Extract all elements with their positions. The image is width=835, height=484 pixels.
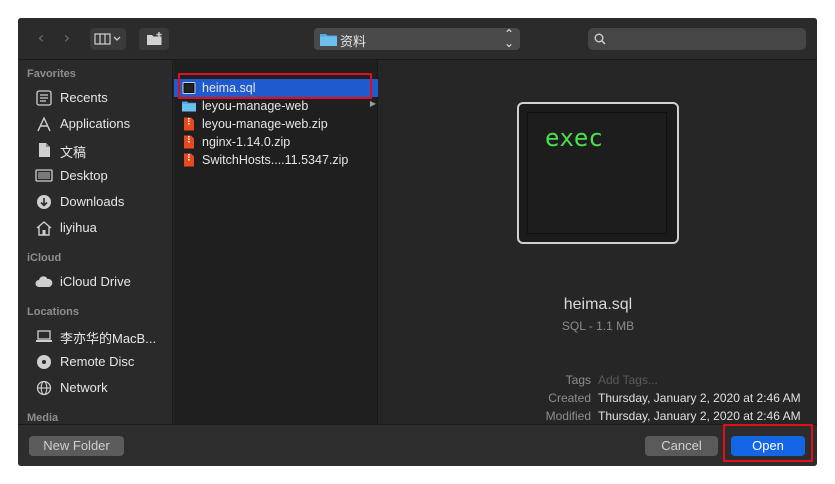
downloads-icon (37, 195, 51, 209)
sidebar-item-label: Applications (60, 116, 131, 131)
file-name: SwitchHosts....11.5347.zip (202, 153, 349, 167)
disclosure-arrow-icon: ▶ (369, 99, 376, 108)
media-section-title: Media (27, 412, 59, 424)
home-icon (36, 221, 52, 236)
file-row-leyou-manage-web-zip[interactable]: leyou-manage-web.zip (174, 115, 378, 133)
favorites-section-title: Favorites (27, 68, 76, 80)
preview-pane: exec heima.sql SQL - 1.1 MB Tags Add Tag… (379, 60, 817, 424)
thumbnail-text: exec (545, 124, 603, 152)
clock-icon (36, 90, 52, 106)
icloud-section-title: iCloud (27, 252, 62, 264)
sidebar-item-macbook[interactable]: 李亦华的MacB... (18, 324, 172, 348)
applications-icon (37, 116, 51, 132)
created-value: Thursday, January 2, 2020 at 2:46 AM (598, 391, 801, 405)
dialog-footer: New Folder Cancel Open (18, 424, 817, 466)
terminal-screen: exec (527, 112, 667, 234)
preview-file-type-size: SQL - 1.1 MB (561, 319, 635, 333)
zip-file-icon (184, 117, 194, 131)
highlight-selected-file (178, 73, 372, 99)
sidebar-item-label: Remote Disc (60, 354, 135, 369)
modified-value: Thursday, January 2, 2020 at 2:46 AM (598, 409, 801, 423)
file-name: leyou-manage-web (202, 99, 309, 113)
view-mode-button[interactable] (90, 28, 126, 50)
sidebar-item-remote-disc[interactable]: Remote Disc (18, 350, 172, 374)
cloud-icon (35, 276, 53, 287)
updown-chevron-icon: ⌃ ⌄ (503, 27, 514, 50)
folder-icon (182, 101, 196, 112)
toolbar: ‹ › 资料 ⌃ ⌄ (18, 18, 817, 60)
file-row-leyou-manage-web[interactable]: leyou-manage-web ▶ (174, 97, 378, 115)
sidebar-item-home[interactable]: liyihua (18, 216, 172, 240)
location-label: 资料 (340, 34, 367, 49)
sidebar-item-downloads[interactable]: Downloads (18, 190, 172, 214)
search-input[interactable] (610, 30, 800, 48)
modified-label: Modified (545, 409, 591, 423)
sidebar-item-label: 李亦华的MacB... (60, 331, 157, 346)
new-folder-toolbar-button[interactable] (139, 28, 169, 50)
tags-field[interactable]: Add Tags... (598, 373, 658, 387)
desktop-icon (35, 169, 53, 182)
new-folder-button[interactable]: New Folder (29, 436, 124, 456)
created-label: Created (548, 391, 591, 405)
sidebar-item-label: Recents (60, 90, 108, 105)
zip-file-icon (184, 153, 194, 167)
file-name: nginx-1.14.0.zip (202, 135, 291, 149)
chevron-right-icon[interactable]: › (56, 28, 78, 50)
documents-icon (39, 143, 50, 157)
column-view-icon (94, 33, 121, 45)
folder-icon (320, 34, 337, 46)
sidebar-item-label: iCloud Drive (60, 274, 131, 289)
sidebar-item-label: 文稿 (60, 145, 87, 160)
sidebar-item-documents[interactable]: 文稿 (18, 138, 172, 162)
file-row-switchhosts-zip[interactable]: SwitchHosts....11.5347.zip (174, 151, 378, 169)
sidebar-item-network[interactable]: Network (18, 376, 172, 400)
laptop-icon (36, 330, 52, 342)
chevron-left-icon[interactable]: ‹ (30, 28, 52, 50)
zip-file-icon (184, 135, 194, 149)
sidebar-item-label: Downloads (60, 194, 125, 209)
sidebar-item-desktop[interactable]: Desktop (18, 164, 172, 188)
disc-icon (37, 355, 51, 369)
sidebar-item-label: Network (60, 380, 108, 395)
sidebar-item-icloud-drive[interactable]: iCloud Drive (18, 270, 172, 294)
locations-section-title: Locations (27, 306, 79, 318)
sidebar: Favorites Recents Applications 文稿 Deskto… (18, 60, 173, 424)
location-popup[interactable]: 资料 ⌃ ⌄ (314, 28, 520, 50)
sidebar-item-recents[interactable]: Recents (18, 86, 172, 110)
file-thumbnail: exec (517, 102, 679, 244)
file-name: leyou-manage-web.zip (202, 117, 328, 131)
cancel-button[interactable]: Cancel (645, 436, 718, 456)
tags-label: Tags (565, 373, 591, 387)
sidebar-item-label: Desktop (60, 168, 108, 183)
sidebar-item-label: liyihua (60, 220, 97, 235)
network-icon (36, 380, 52, 396)
sidebar-item-applications[interactable]: Applications (18, 112, 172, 136)
search-field[interactable] (588, 28, 806, 50)
folder-plus-icon (147, 32, 162, 45)
search-icon (594, 33, 606, 45)
preview-file-name: heima.sql (563, 296, 633, 313)
file-list-column: heima.sql leyou-manage-web ▶ leyou-manag… (174, 60, 378, 424)
highlight-open-button (723, 424, 813, 462)
file-open-dialog: ‹ › 资料 ⌃ ⌄ Favorites Recents Application… (18, 18, 817, 466)
file-row-nginx-zip[interactable]: nginx-1.14.0.zip (174, 133, 378, 151)
